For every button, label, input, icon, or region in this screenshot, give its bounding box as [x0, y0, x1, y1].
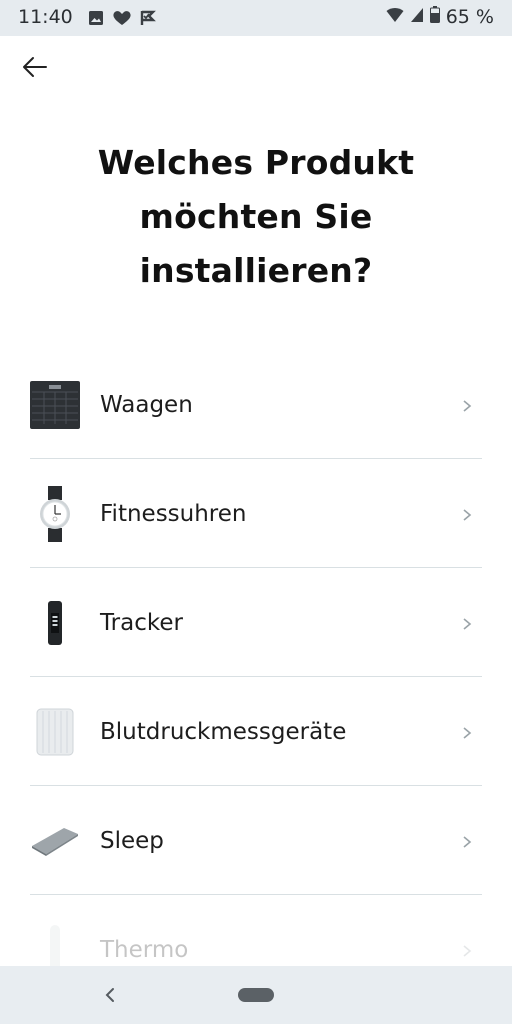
battery-icon [429, 6, 440, 28]
product-item-blutdruckmessgeraete[interactable]: Blutdruckmessgeräte [30, 677, 482, 786]
page-title: Welches Produkt möchten Sie installieren… [97, 143, 415, 290]
product-label: Tracker [100, 609, 183, 636]
product-item-waagen[interactable]: Waagen [30, 350, 482, 459]
product-label: Fitnessuhren [100, 500, 247, 527]
blood-pressure-cuff-icon [30, 702, 80, 762]
chevron-right-icon [460, 616, 474, 630]
product-item-tracker[interactable]: Tracker [30, 568, 482, 677]
wifi-icon [386, 6, 404, 28]
chevron-right-icon [460, 834, 474, 848]
chevron-right-icon [460, 398, 474, 412]
product-item-sleep[interactable]: Sleep [30, 786, 482, 895]
status-time: 11:40 [18, 6, 73, 28]
product-label: Blutdruckmessgeräte [100, 718, 347, 745]
product-item-fitnessuhren[interactable]: Fitnessuhren [30, 459, 482, 568]
signal-icon [410, 6, 424, 28]
arrow-left-icon [22, 56, 48, 82]
scale-icon [30, 375, 80, 435]
home-pill-icon[interactable] [238, 988, 274, 1002]
image-icon [88, 9, 104, 31]
product-label: Thermo [100, 936, 189, 963]
back-button[interactable] [18, 52, 52, 86]
status-bar: 11:40 65 % [0, 0, 512, 36]
navigation-bar [0, 966, 512, 1024]
sleep-pad-icon [30, 811, 80, 871]
tracker-icon [30, 593, 80, 653]
status-notification-icons [88, 9, 156, 31]
heart-icon [113, 9, 131, 31]
status-system-icons: 65 % [386, 6, 494, 28]
watch-icon [30, 484, 80, 544]
nav-back-icon[interactable] [98, 983, 122, 1007]
chevron-right-icon [460, 943, 474, 957]
chevron-right-icon [460, 507, 474, 521]
check-flag-icon [140, 9, 156, 31]
product-label: Waagen [100, 391, 193, 418]
chevron-right-icon [460, 725, 474, 739]
battery-percentage: 65 % [445, 6, 494, 28]
product-label: Sleep [100, 827, 164, 854]
